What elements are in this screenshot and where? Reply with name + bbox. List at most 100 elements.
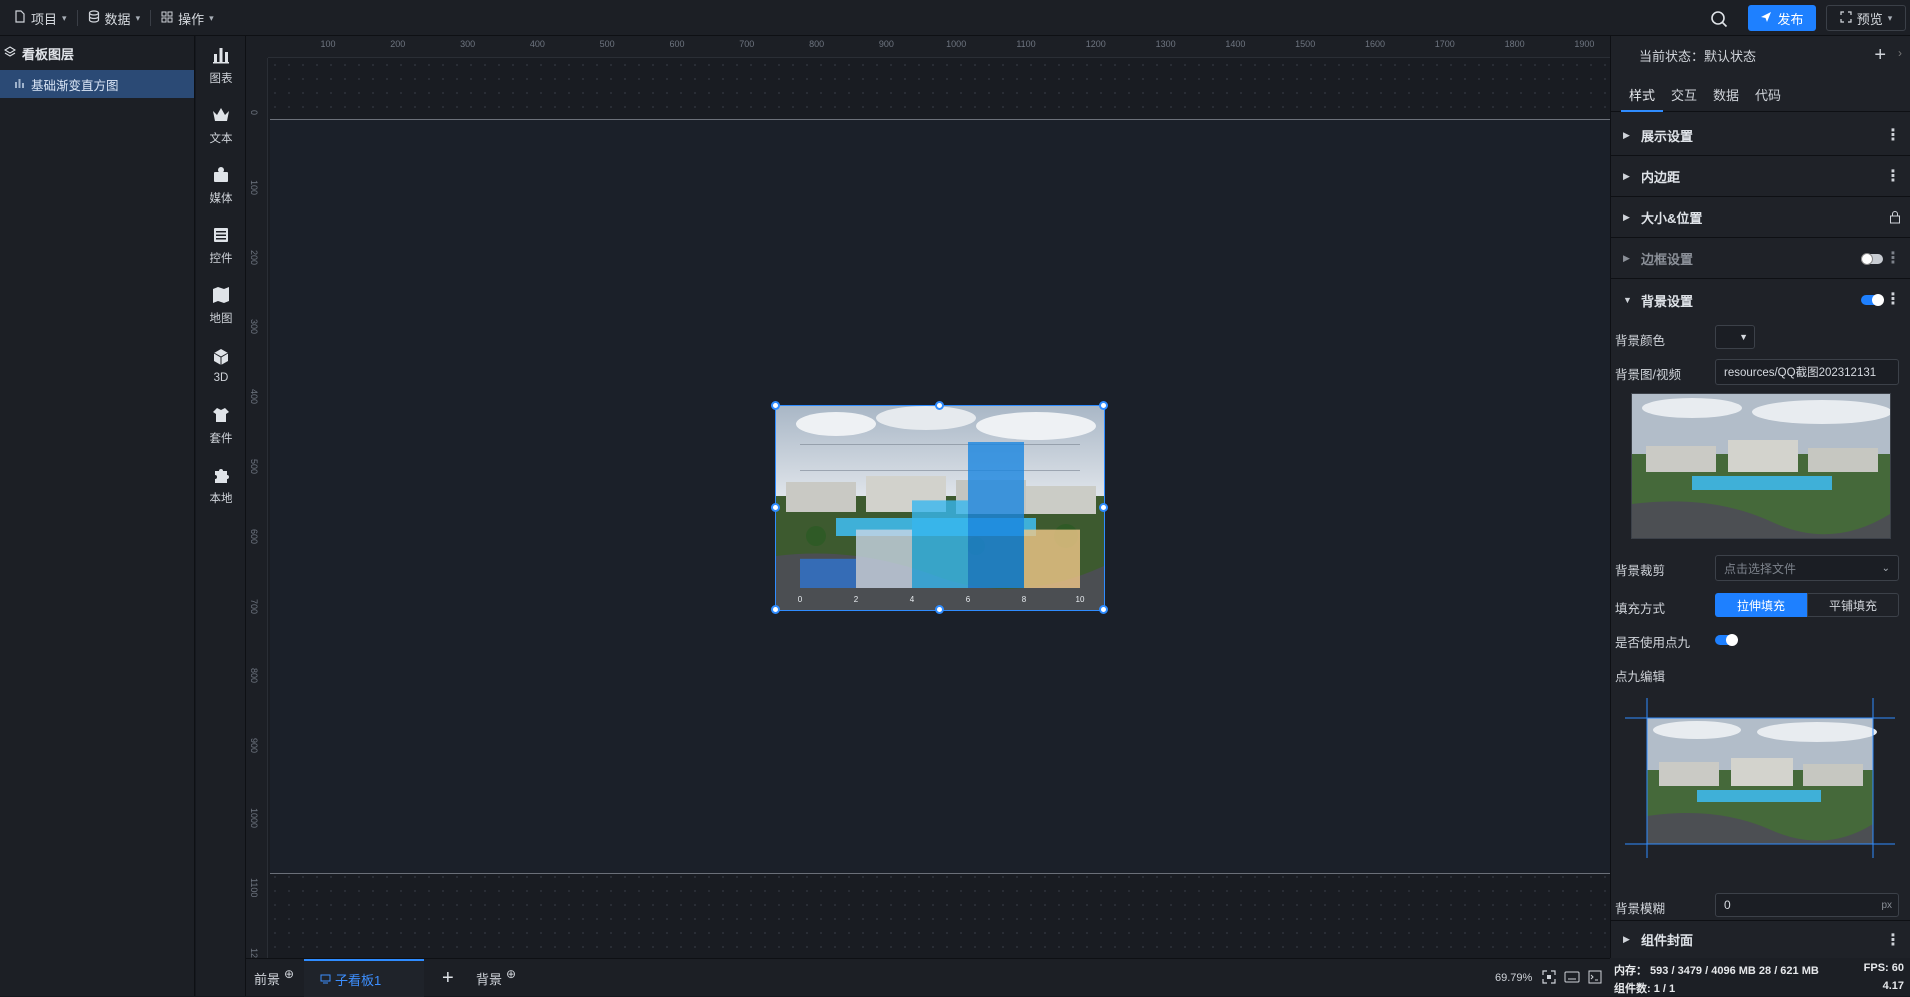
more-vertical-icon[interactable]: ⋮ xyxy=(1885,292,1901,308)
preview-button[interactable]: 预览 ▾ xyxy=(1826,5,1906,31)
tool-label: 文本 xyxy=(209,132,233,145)
tool-text[interactable]: 文本 xyxy=(196,100,246,150)
bg-crop-placeholder: 点击选择文件 xyxy=(1724,561,1797,576)
tool-map[interactable]: 地图 xyxy=(196,280,246,330)
section-background[interactable]: ▼ 背景设置 ⋮ xyxy=(1611,280,1910,320)
resize-handle[interactable] xyxy=(1099,605,1108,614)
bg-image-preview xyxy=(1631,393,1892,539)
fill-stretch-button[interactable]: 拉伸填充 xyxy=(1715,593,1807,617)
resize-handle[interactable] xyxy=(935,605,944,614)
bg-color-picker[interactable]: ▼ xyxy=(1715,325,1755,349)
tool-label: 控件 xyxy=(209,252,233,265)
bg-blur-input[interactable]: 0 px xyxy=(1715,893,1899,917)
background-toggle[interactable] xyxy=(1861,294,1884,306)
resize-handle[interactable] xyxy=(771,401,780,410)
publish-button[interactable]: 发布 xyxy=(1748,5,1816,31)
more-vertical-icon[interactable]: ⋮ xyxy=(1885,933,1901,949)
ruler-tick-label: 500 xyxy=(599,39,615,49)
tab-style[interactable]: 样式 xyxy=(1621,82,1664,112)
terminal-icon[interactable] xyxy=(1588,970,1602,987)
zoom-level[interactable]: 69.79% xyxy=(1495,972,1532,984)
tool-local[interactable]: 本地 xyxy=(196,460,246,510)
nine-patch-editor[interactable] xyxy=(1625,698,1895,858)
tool-label: 本地 xyxy=(209,492,233,505)
section-title: 展示设置 xyxy=(1641,129,1694,144)
search-icon[interactable] xyxy=(1708,8,1730,30)
resize-handle[interactable] xyxy=(1099,503,1108,512)
tab-background-label: 背景 xyxy=(476,971,503,987)
layers-header: 看板图层 xyxy=(0,36,194,70)
tool-media[interactable]: 媒体 xyxy=(196,160,246,210)
menu-data[interactable]: 数据 ▾ xyxy=(78,0,151,36)
section-padding[interactable]: ▶ 内边距 ⋮ xyxy=(1611,157,1910,197)
resize-handle[interactable] xyxy=(771,605,780,614)
tool-label: 3D xyxy=(213,371,229,384)
section-size-position[interactable]: ▶ 大小&位置 xyxy=(1611,198,1910,238)
resize-handle[interactable] xyxy=(935,401,944,410)
add-tab-icon[interactable]: + xyxy=(442,959,454,997)
section-title: 边框设置 xyxy=(1641,252,1694,267)
tab-interaction[interactable]: 交互 xyxy=(1663,82,1705,112)
ruler-tick-label: 1100 xyxy=(1016,39,1036,49)
property-tabs: 样式 交互 数据 代码 xyxy=(1611,82,1910,112)
caret-right-icon: ▶ xyxy=(1623,253,1630,263)
text-icon xyxy=(211,105,231,128)
media-icon xyxy=(211,165,231,188)
add-circle-icon[interactable]: ⊕ xyxy=(284,967,294,981)
more-vertical-icon[interactable]: ⋮ xyxy=(1885,251,1901,267)
version-label: 4.17 xyxy=(1882,980,1904,992)
ruler-tick-label: 1800 xyxy=(1504,39,1525,49)
layers-title: 看板图层 xyxy=(22,46,75,62)
bg-crop-select[interactable]: 点击选择文件 ⌄ xyxy=(1715,555,1899,581)
menu-operation-label: 操作 xyxy=(178,11,205,27)
top-toolbar: 项目 ▾ 数据 ▾ 操作 ▾ xyxy=(0,0,1910,36)
caret-right-icon: ▶ xyxy=(1623,934,1630,944)
tool-label: 图表 xyxy=(209,72,233,85)
tab-foreground[interactable]: 前景 ⊕ xyxy=(254,959,294,997)
fill-mode-label: 填充方式 xyxy=(1615,602,1666,616)
chevron-right-icon[interactable]: › xyxy=(1898,46,1902,60)
caret-right-icon: ▶ xyxy=(1623,130,1630,140)
add-state-icon[interactable]: + xyxy=(1874,44,1886,67)
resize-handle[interactable] xyxy=(771,503,780,512)
keyboard-icon[interactable] xyxy=(1564,971,1580,986)
lock-icon[interactable] xyxy=(1889,210,1901,227)
tool-kit[interactable]: 套件 xyxy=(196,400,246,450)
tool-3d[interactable]: 3D xyxy=(196,340,246,390)
ruler-tick-label: 400 xyxy=(529,39,545,49)
tab-sub-board[interactable]: 子看板1 xyxy=(304,959,424,997)
state-row: 当前状态：默认状态 xyxy=(1611,36,1910,74)
bar-chart-icon xyxy=(14,77,25,91)
tab-background[interactable]: 背景 ⊕ xyxy=(476,959,516,997)
section-cover[interactable]: ▶ 组件封面 ⋮ xyxy=(1611,920,1910,958)
add-circle-icon[interactable]: ⊕ xyxy=(506,967,516,981)
chevron-down-icon: ⌄ xyxy=(1881,562,1890,574)
ruler-tick-label: 500 xyxy=(249,459,259,475)
more-vertical-icon[interactable]: ⋮ xyxy=(1885,169,1901,185)
fit-screen-icon[interactable] xyxy=(1542,970,1556,987)
tool-control[interactable]: 控件 xyxy=(196,220,246,270)
bg-blur-unit: px xyxy=(1881,899,1892,911)
menu-project-label: 项目 xyxy=(31,11,58,27)
resize-handle[interactable] xyxy=(1099,401,1108,410)
menu-operation[interactable]: 操作 ▾ xyxy=(151,0,224,36)
tab-code[interactable]: 代码 xyxy=(1747,82,1789,112)
border-toggle[interactable] xyxy=(1861,253,1883,265)
nine-patch-toggle[interactable] xyxy=(1715,634,1738,646)
section-border[interactable]: ▶ 边框设置 ⋮ xyxy=(1611,239,1910,279)
more-vertical-icon[interactable]: ⋮ xyxy=(1885,128,1901,144)
ruler-tick-label: 300 xyxy=(249,319,259,335)
ruler-corner xyxy=(246,36,268,58)
chart-x-tick-label: 8 xyxy=(1022,595,1027,604)
menu-project[interactable]: 项目 ▾ xyxy=(4,0,77,36)
chevron-down-icon: ▼ xyxy=(1739,332,1748,342)
caret-right-icon: ▶ xyxy=(1623,171,1630,181)
gradient-histogram-widget[interactable]: 0 2 4 6 8 10 xyxy=(775,405,1105,611)
section-display[interactable]: ▶ 展示设置 ⋮ xyxy=(1611,116,1910,156)
bg-image-select[interactable]: resources/QQ截图202312131 xyxy=(1715,359,1899,385)
tool-chart[interactable]: 图表 xyxy=(196,40,246,90)
tab-data[interactable]: 数据 xyxy=(1705,82,1747,112)
ruler-tick-label: 100 xyxy=(249,179,259,195)
layer-item[interactable]: 基础渐变直方图 xyxy=(0,70,194,98)
fill-tile-button[interactable]: 平铺填充 xyxy=(1807,593,1899,617)
